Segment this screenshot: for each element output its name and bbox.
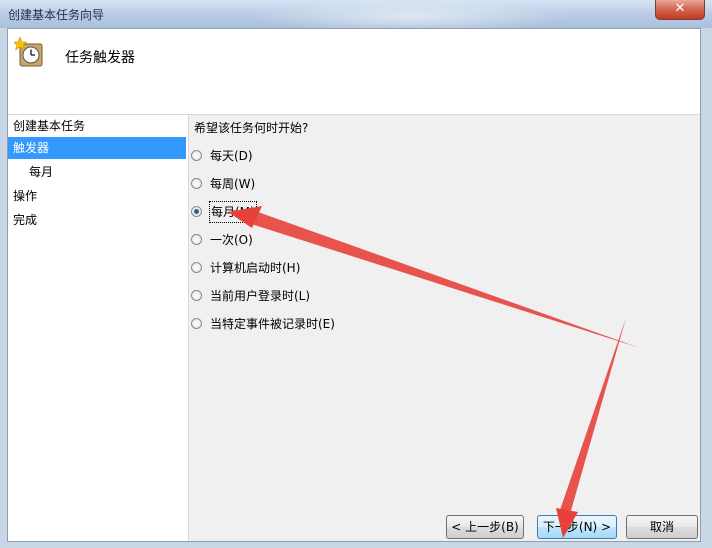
trigger-question: 希望该任务何时开始? xyxy=(194,121,309,135)
daily-radio[interactable] xyxy=(191,150,202,161)
weekly-radio[interactable] xyxy=(191,178,202,189)
step-action: 操作 xyxy=(13,189,38,203)
monthly-label[interactable]: 每月(M) xyxy=(209,201,257,223)
monthly-radio[interactable] xyxy=(191,206,202,217)
at-startup-label[interactable]: 计算机启动时(H) xyxy=(210,258,300,278)
weekly-label[interactable]: 每周(W) xyxy=(210,174,255,194)
next-button[interactable]: 下一步(N) > xyxy=(537,515,617,539)
at-startup-radio[interactable] xyxy=(191,262,202,273)
on-event-radio[interactable] xyxy=(191,318,202,329)
step-create-basic-task: 创建基本任务 xyxy=(13,119,86,133)
page-title: 任务触发器 xyxy=(65,50,135,66)
daily-label[interactable]: 每天(D) xyxy=(210,146,253,166)
title-bar: 创建基本任务向导 ✕ xyxy=(0,0,712,28)
at-logon-radio[interactable] xyxy=(191,290,202,301)
back-button[interactable]: < 上一步(B) xyxy=(446,515,524,539)
step-monthly: 每月 xyxy=(29,165,54,179)
window-title: 创建基本任务向导 xyxy=(8,8,105,22)
step-trigger: 触发器 xyxy=(8,137,186,159)
task-clock-icon xyxy=(14,37,43,67)
once-radio[interactable] xyxy=(191,234,202,245)
once-label[interactable]: 一次(O) xyxy=(210,230,253,250)
wizard-header: 任务触发器 xyxy=(8,29,700,115)
cancel-button[interactable]: 取消 xyxy=(626,515,698,539)
at-logon-label[interactable]: 当前用户登录时(L) xyxy=(210,286,310,306)
step-finish: 完成 xyxy=(13,213,38,227)
close-button[interactable]: ✕ xyxy=(655,0,705,20)
wizard-window: 任务触发器 创建基本任务 触发器 每月 操作 完成 希望该任务何时开始? 每天(… xyxy=(7,28,701,542)
title-bar-glow xyxy=(250,0,570,28)
on-event-label[interactable]: 当特定事件被记录时(E) xyxy=(210,314,335,334)
wizard-steps-sidebar: 创建基本任务 触发器 每月 操作 完成 xyxy=(8,115,189,541)
